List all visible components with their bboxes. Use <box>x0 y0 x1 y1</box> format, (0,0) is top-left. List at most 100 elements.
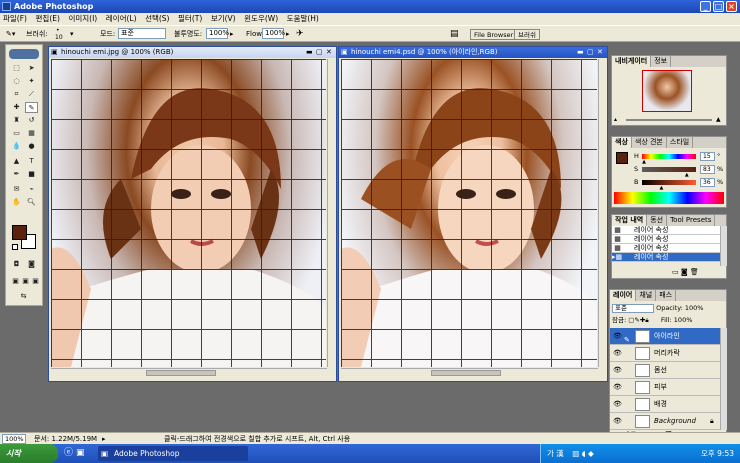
layer-row[interactable]: 👁︎ 배경 <box>610 396 720 413</box>
doc1-horizontal-scrollbar[interactable] <box>51 368 327 377</box>
color-ramp[interactable] <box>614 192 724 204</box>
maximize-button[interactable]: □ <box>713 1 724 12</box>
mode-select[interactable]: 표준 <box>118 28 166 39</box>
tab-info[interactable]: 정보 <box>651 56 672 67</box>
menu-view[interactable]: 보기(V) <box>208 13 239 25</box>
healing-brush-tool-icon[interactable]: ✚ <box>10 102 23 113</box>
shape-tool-icon[interactable]: ■ <box>25 169 38 180</box>
hand-tool-icon[interactable]: ✋ <box>10 197 23 208</box>
palette-well-icon[interactable]: ▤ <box>450 26 459 42</box>
gradient-tool-icon[interactable]: ▦ <box>25 128 38 139</box>
zoom-tool-icon[interactable]: 🔍︎ <box>25 197 38 208</box>
file-browser-tab[interactable]: File Browser <box>470 29 518 40</box>
tab-navigator[interactable]: 내비게이터 <box>612 56 652 67</box>
tab-color[interactable]: 색상 <box>612 137 632 148</box>
notes-tool-icon[interactable]: ✉ <box>10 184 23 195</box>
menu-help[interactable]: 도움말(H) <box>284 13 322 25</box>
zoom-in-icon[interactable]: ▲ <box>716 116 721 124</box>
airbrush-icon[interactable]: ✈ <box>296 26 304 42</box>
layer-row[interactable]: 👁︎ 피부 <box>610 379 720 396</box>
document-1-canvas[interactable] <box>51 59 326 367</box>
doc1-maximize-button[interactable]: ▢ <box>316 48 323 56</box>
close-button[interactable]: × <box>726 1 737 12</box>
jump-to-imageready-icon[interactable]: ⇆ <box>17 291 30 302</box>
brush-size[interactable]: 10 <box>55 30 63 46</box>
tab-swatches[interactable]: 색상 견본 <box>632 137 667 148</box>
slice-tool-icon[interactable]: ⟋ <box>25 89 38 100</box>
channel-track[interactable] <box>642 180 696 185</box>
pen-tool-icon[interactable]: ✒ <box>10 169 23 180</box>
color-foreground-swatch[interactable] <box>616 152 628 164</box>
layer-row[interactable]: 👁︎ 몸선 <box>610 362 720 379</box>
new-document-icon[interactable]: ▭ <box>672 268 679 276</box>
layer-opacity-value[interactable]: 100% <box>685 304 704 312</box>
zoom-slider-track[interactable] <box>626 119 712 121</box>
dodge-tool-icon[interactable]: ● <box>25 141 38 152</box>
tab-history[interactable]: 작업 내역 <box>612 215 648 226</box>
ime-indicator[interactable]: 가 漢 <box>547 449 564 458</box>
blur-tool-icon[interactable]: 💧 <box>10 141 23 152</box>
layers-scrollbar[interactable] <box>720 328 727 430</box>
clone-stamp-tool-icon[interactable]: ♜ <box>10 115 23 126</box>
flow-field[interactable]: 100% <box>262 28 285 39</box>
channel-value[interactable]: 15 <box>700 152 715 161</box>
tab-tool-presets[interactable]: Tool Presets <box>667 215 716 226</box>
eraser-tool-icon[interactable]: ▭ <box>10 128 23 139</box>
crop-tool-icon[interactable]: ⌗ <box>10 89 23 100</box>
tab-channels[interactable]: 채널 <box>636 290 657 301</box>
opacity-field[interactable]: 100% <box>206 28 229 39</box>
history-brush-tool-icon[interactable]: ↺ <box>25 115 38 126</box>
document-2-canvas[interactable] <box>341 59 597 367</box>
minimize-button[interactable]: _ <box>700 1 711 12</box>
delete-state-icon[interactable]: 🗑︎ <box>690 268 699 276</box>
doc2-close-button[interactable]: ✕ <box>597 48 603 56</box>
document-2-title[interactable]: hinouchi emi4.psd @ 100% (아이라인,RGB) <box>339 47 607 58</box>
quicklaunch-ie-icon[interactable]: ⓔ <box>64 444 73 463</box>
menu-select[interactable]: 선택(S) <box>142 13 172 25</box>
path-selection-tool-icon[interactable]: ▲ <box>10 156 23 167</box>
layer-fill-value[interactable]: 100% <box>674 316 693 324</box>
marquee-tool-icon[interactable]: ⬚ <box>10 63 23 74</box>
quick-mask-icon[interactable]: ◙ <box>25 259 38 270</box>
zoom-level-field[interactable]: 100% <box>2 434 26 444</box>
history-item[interactable]: ▦ 레이어 속성 <box>612 235 720 244</box>
tab-layers[interactable]: 레이어 <box>610 290 637 301</box>
magic-wand-tool-icon[interactable]: ✦ <box>25 76 38 87</box>
history-scrollbar[interactable] <box>720 226 727 266</box>
layer-visibility-eye-icon[interactable]: 👁︎ <box>613 417 622 426</box>
layer-visibility-eye-icon[interactable]: 👁︎ <box>613 383 622 392</box>
doc1-vertical-scrollbar[interactable] <box>327 59 336 367</box>
history-item[interactable]: ▦ 레이어 속성 <box>612 244 720 253</box>
layer-visibility-eye-icon[interactable]: 👁︎ <box>613 366 622 375</box>
history-item[interactable]: ▸▦ 레이어 속성 <box>612 253 720 262</box>
doc2-horizontal-scrollbar[interactable] <box>341 368 598 377</box>
layer-visibility-eye-icon[interactable]: 👁︎ <box>613 400 622 409</box>
layer-row[interactable]: 👁︎ ✎ 아이라인 <box>610 328 720 345</box>
screen-mode-full-icon[interactable]: ▣ <box>29 276 42 287</box>
type-tool-icon[interactable]: T <box>25 156 38 167</box>
adobe-online-icon[interactable] <box>9 49 39 59</box>
doc2-minimize-button[interactable]: ▬ <box>577 48 584 56</box>
tray-volume-icon[interactable]: ◖ <box>582 449 586 458</box>
channel-value[interactable]: 83 <box>700 165 715 174</box>
tray-network-icon[interactable]: ▥ <box>572 449 579 458</box>
brush-picker-arrow-icon[interactable]: ▾ <box>70 26 74 42</box>
tab-actions[interactable]: 동선 <box>647 215 668 226</box>
default-colors-icon[interactable] <box>12 244 18 250</box>
doc1-close-button[interactable]: ✕ <box>326 48 332 56</box>
menu-file[interactable]: 파일(F) <box>0 13 30 25</box>
brushes-tab[interactable]: 브러쉬 <box>514 29 540 40</box>
doc2-vertical-scrollbar[interactable] <box>598 59 607 367</box>
foreground-color-swatch[interactable] <box>12 225 27 240</box>
tray-app-icon[interactable]: ◆ <box>588 449 594 458</box>
new-snapshot-icon[interactable]: ◙ <box>681 268 688 276</box>
quicklaunch-desktop-icon[interactable]: ▣ <box>76 444 85 463</box>
brush-tool-icon[interactable]: ✎▾ <box>6 26 15 42</box>
menu-image[interactable]: 이미지(I) <box>65 13 100 25</box>
blend-mode-select[interactable]: 표준 <box>612 303 654 313</box>
lasso-tool-icon[interactable]: ◌ <box>10 76 23 87</box>
zoom-out-icon[interactable]: ▴ <box>614 116 617 123</box>
color-slider-b[interactable]: B ▲ 36% <box>634 178 724 191</box>
layer-visibility-eye-icon[interactable]: 👁︎ <box>613 349 622 358</box>
document-1-title[interactable]: hinouchi emi.jpg @ 100% (RGB) <box>49 47 336 58</box>
